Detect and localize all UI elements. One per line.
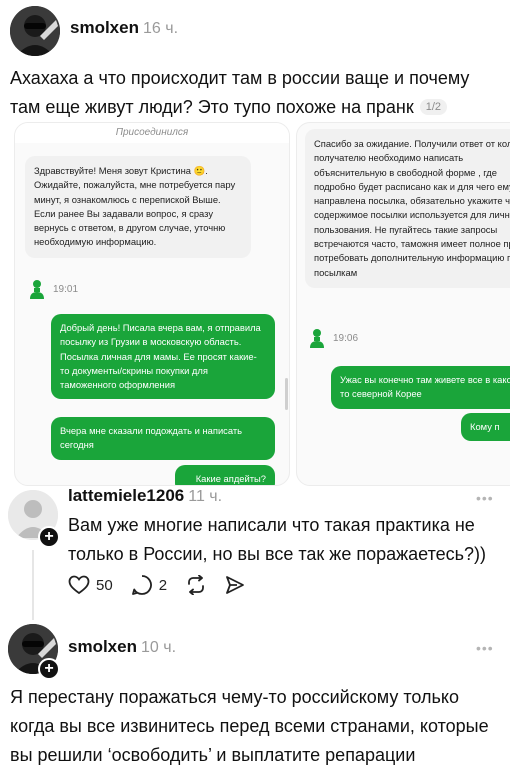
chat-screenshot-1[interactable]: Присоединился Здравствуйте! Меня зовут К… (14, 122, 290, 486)
user-message: Вчера мне сказали подождать и написать с… (51, 417, 275, 460)
repost-icon (188, 575, 204, 595)
comment-actions: 50 2 (68, 574, 263, 596)
follow-plus-icon[interactable]: + (38, 658, 60, 680)
username[interactable]: lattemiele1206 (68, 486, 184, 505)
user-message: Ужас вы конечно там живете все в какой-т… (331, 366, 510, 409)
support-message-text: Здравствуйте! Меня зовут Кристина 🙂. Ожи… (34, 165, 236, 248)
post-body: Ахахаха а что происходит там в россии ва… (10, 68, 470, 117)
comment-time: 11 ч. (188, 488, 223, 505)
comment-icon (131, 575, 152, 595)
page-indicator: 1/2 (419, 99, 447, 115)
heart-icon (68, 575, 90, 595)
user-message: Кому п (461, 413, 510, 442)
chat-header-status: Присоединился (15, 123, 289, 143)
agent-icon (310, 329, 324, 348)
user-message-text: Ужас вы конечно там живете все в какой-т… (340, 374, 510, 400)
like-button[interactable]: 50 (68, 575, 113, 595)
support-message: Здравствуйте! Меня зовут Кристина 🙂. Ожи… (25, 156, 251, 258)
share-button[interactable] (225, 575, 245, 595)
more-options-icon[interactable]: ••• (476, 490, 494, 506)
support-message: Спасибо за ожидание. Получили ответ от к… (305, 129, 510, 288)
user-message-text: Какие апдейты? (195, 473, 266, 484)
comment-text: Вам уже многие написали что такая практи… (68, 515, 487, 564)
message-time: 19:01 (53, 283, 79, 295)
post-time: 16 ч. (142, 20, 179, 37)
like-count: 50 (96, 576, 113, 594)
scrollbar[interactable] (285, 378, 288, 410)
smile-emoji: 🙂 (193, 165, 206, 176)
support-message-text: Спасибо за ожидание. Получили ответ от к… (314, 138, 510, 278)
post-author[interactable]: smolxen 16 ч. (70, 18, 178, 38)
follow-plus-icon[interactable]: + (38, 526, 60, 548)
username[interactable]: smolxen (68, 637, 137, 656)
user-message-text: Добрый день! Писала вчера вам, я отправи… (60, 322, 261, 391)
post-text: Ахахаха а что происходит там в россии ва… (10, 64, 500, 122)
agent-row: 19:06 (309, 328, 358, 348)
agent-icon (30, 280, 44, 299)
send-icon (226, 576, 244, 594)
agent-row: 19:01 (29, 279, 78, 299)
comment-author[interactable]: lattemiele1206 11 ч. (68, 486, 222, 506)
more-options-icon[interactable]: ••• (476, 640, 494, 656)
comment-time: 10 ч. (140, 639, 177, 656)
comment-author[interactable]: smolxen 10 ч. (68, 637, 176, 657)
user-message: Добрый день! Писала вчера вам, я отправи… (51, 314, 275, 400)
reply-button[interactable]: 2 (131, 574, 167, 596)
avatar[interactable] (10, 6, 60, 56)
user-message: Какие апдейты? (175, 465, 275, 485)
message-time: 19:06 (333, 332, 359, 344)
chat-screenshot-2[interactable]: Спасибо за ожидание. Получили ответ от к… (296, 122, 510, 486)
reply-count: 2 (158, 576, 168, 594)
comment-text: Я перестану поражаться чему-то российско… (10, 687, 489, 765)
username[interactable]: smolxen (70, 18, 139, 37)
user-message-text: Вчера мне сказали подождать и написать с… (60, 425, 243, 451)
repost-button[interactable] (185, 575, 207, 595)
user-avatar-icon (10, 6, 60, 56)
thread-line (32, 550, 34, 620)
user-message-text: Кому п (470, 421, 500, 432)
